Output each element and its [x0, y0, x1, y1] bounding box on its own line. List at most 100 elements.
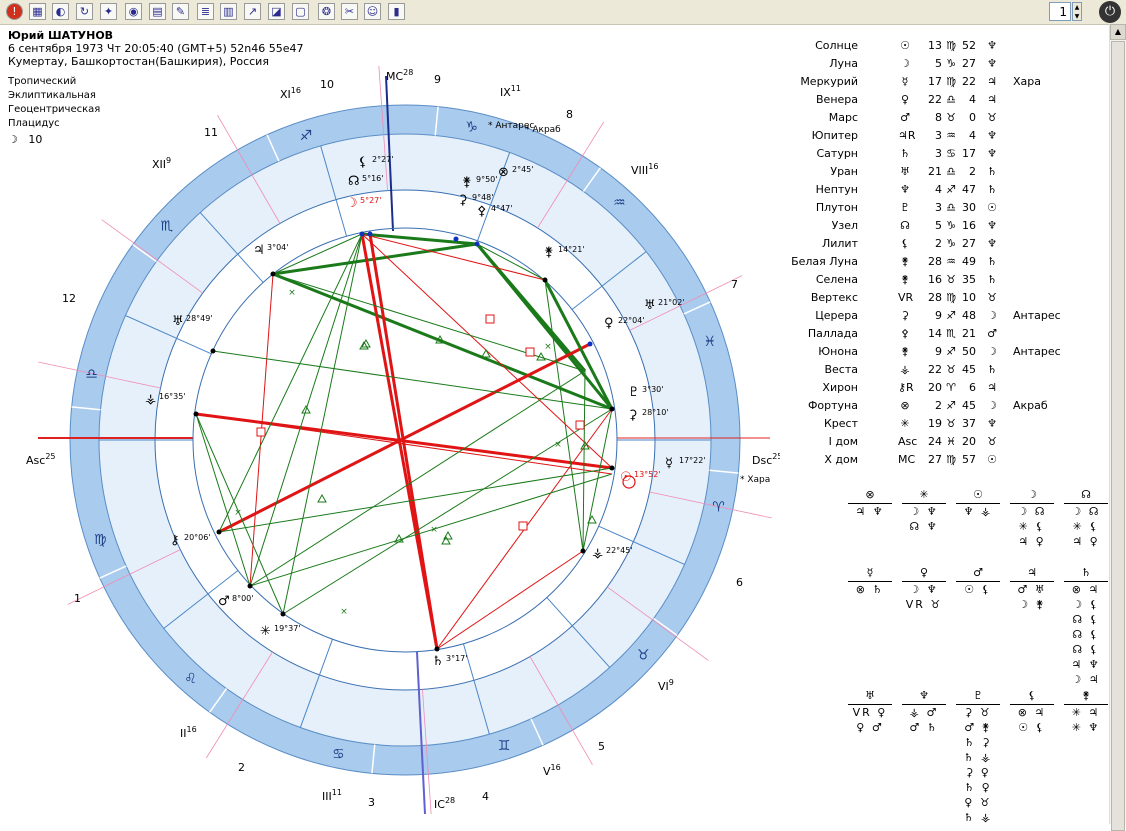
- zodiac-sign-icon: ♍: [946, 75, 956, 88]
- planet-name: X дом: [824, 453, 858, 466]
- refresh-icon[interactable]: ↻: [76, 3, 93, 20]
- zodiac-sign-icon: ♎: [946, 93, 956, 106]
- dispositor-line: ⚳ ♉: [964, 706, 992, 719]
- planet-glyph-icon: ✳: [260, 624, 271, 639]
- planet-minutes: 45: [962, 399, 976, 412]
- zodiac-sign-icon: ♍: [946, 453, 956, 466]
- zodiac-sign-icon: ♏: [946, 327, 956, 340]
- dispositor-head: ☽: [1010, 487, 1054, 504]
- list-icon[interactable]: ≣: [197, 3, 214, 20]
- dispositor-line: ⚶ ♂: [909, 706, 939, 719]
- house-cusp-label: III11: [322, 788, 342, 803]
- planet-minutes: 21: [962, 327, 976, 340]
- planet-degree: 14°21': [558, 245, 585, 254]
- planet-table-row: Селена ⚵ 16 ♉ 35 ♄: [790, 273, 1100, 291]
- dispositor-line: ☽ ⚸: [1072, 598, 1100, 611]
- page-number-input[interactable]: 1: [1049, 2, 1071, 21]
- page-spinner-arrows[interactable]: ▲ ▼: [1072, 2, 1082, 21]
- sextile-marker: ×: [288, 288, 296, 298]
- ruler-symbol-icon: ☉: [987, 201, 997, 214]
- ruler-symbol-icon: ♃: [987, 93, 997, 106]
- dispositor-tree: ☿ ⊗ ♄: [848, 565, 892, 597]
- planet-table-row: Меркурий ☿ 17 ♍ 22 ♃ Хара: [790, 75, 1100, 93]
- power-icon[interactable]: ⏻: [1099, 1, 1121, 23]
- dispositor-line: ✳ ⚸: [1072, 520, 1100, 533]
- dispositor-line: ♄ ⚶: [963, 751, 993, 764]
- house-number: 3: [368, 796, 375, 809]
- planet-table-row: Белая Луна ⚵ 28 ♒ 49 ♄: [790, 255, 1100, 273]
- bars-icon[interactable]: ▮: [388, 3, 405, 20]
- planet-minutes: 2: [969, 165, 976, 178]
- scroll-up-button[interactable]: ▲: [1110, 24, 1126, 40]
- zodiac-sign-icon: ♎: [946, 201, 956, 214]
- scroll-thumb[interactable]: [1111, 41, 1125, 831]
- planet-degree: 21°02': [658, 298, 685, 307]
- zodiac-sign-icon: ♒: [946, 129, 956, 142]
- tools-icon[interactable]: ✂: [341, 3, 358, 20]
- house-number: 8: [566, 108, 573, 121]
- pen-icon[interactable]: ✎: [172, 3, 189, 20]
- planet-degree: 3°04': [267, 243, 288, 252]
- house-number: 9: [434, 73, 441, 86]
- planet-minutes: 6: [969, 381, 976, 394]
- planet-name: Венера: [816, 93, 858, 106]
- dispositor-line: ☽ ♆: [909, 505, 939, 518]
- person-icon[interactable]: ☺: [364, 3, 381, 20]
- planet-symbol-icon: ⚵: [900, 273, 910, 286]
- dispositor-tree: ♃ ♂ ♅ ☽ ⚵: [1010, 565, 1054, 612]
- ruler-symbol-icon: ♆: [987, 57, 997, 70]
- graph-icon[interactable]: ◪: [268, 3, 285, 20]
- transit-icon[interactable]: ↗: [244, 3, 261, 20]
- zodiac-sign-glyph: ♍: [94, 532, 107, 548]
- planet-degree: 27: [928, 453, 942, 466]
- dispositor-line: ☉ ⚸: [1018, 721, 1046, 734]
- ruler-symbol-icon: ♂: [987, 327, 997, 340]
- planet-degree: 5°27': [360, 196, 381, 205]
- orbit-icon[interactable]: ◉: [125, 3, 142, 20]
- calendar-icon[interactable]: ▤: [149, 3, 166, 20]
- planet-degree: 2: [935, 399, 942, 412]
- globe-icon[interactable]: ◐: [52, 3, 69, 20]
- planet-degree: 2°45': [512, 165, 533, 174]
- planet-degree: 3°30': [642, 385, 663, 394]
- planet-glyph-icon: ⚵: [544, 245, 554, 260]
- planet-minutes: 22: [962, 75, 976, 88]
- zodiac-sign-icon: ♍: [946, 291, 956, 304]
- zodiac-sign-glyph: ♉: [637, 647, 650, 663]
- planet-name: Селена: [815, 273, 858, 286]
- planet-minutes: 50: [962, 345, 976, 358]
- wheel-icon[interactable]: ❂: [318, 3, 335, 20]
- dispositor-tree: ♂ ☉ ⚸: [956, 565, 1000, 597]
- zodiac-sign-icon: ♉: [946, 273, 956, 286]
- star-map-icon[interactable]: ✦: [100, 3, 117, 20]
- house-number: 4: [482, 790, 489, 803]
- zodiac-sign-glyph: ♏: [161, 219, 174, 235]
- planet-minutes: 45: [962, 363, 976, 376]
- zodiac-sign-icon: ♑: [946, 57, 956, 70]
- planet-degree: 9°48': [472, 193, 493, 202]
- house-cusp-label: VI9: [658, 678, 674, 693]
- planet-glyph-icon: ♅: [644, 298, 656, 313]
- zodiac-sign-icon: ♋: [946, 147, 956, 160]
- planet-name: I дом: [828, 435, 858, 448]
- asc-label: Asc25: [26, 452, 56, 467]
- page-icon[interactable]: ▢: [292, 3, 309, 20]
- planet-name: Белая Луна: [791, 255, 858, 268]
- planet-glyph-icon: ♀: [604, 316, 614, 331]
- planet-table-row: Паллада ⚴ 14 ♏ 21 ♂: [790, 327, 1100, 345]
- planet-degree: 19: [928, 417, 942, 430]
- planet-degree: 5: [935, 57, 942, 70]
- planet-degree: 17°22': [679, 456, 706, 465]
- dispositor-tree: ♀ ☽ ♆ VR ♉: [902, 565, 946, 612]
- dispositor-head: ♀: [902, 565, 946, 582]
- chart-icon[interactable]: ▥: [220, 3, 237, 20]
- vertical-scrollbar[interactable]: ▲: [1109, 24, 1126, 831]
- planet-table-row: Сатурн ♄ 3 ♋ 17 ♆: [790, 147, 1100, 165]
- dispositor-tree: ✳ ☽ ♆ ☊ ♆: [902, 487, 946, 534]
- exclamation-icon[interactable]: !: [6, 3, 23, 20]
- ruler-symbol-icon: ♄: [987, 363, 997, 376]
- planet-table-row: Венера ♀ 22 ♎ 4 ♃: [790, 93, 1100, 111]
- planet-symbol-icon: ♆: [900, 183, 910, 196]
- zodiac-sign-icon: ♐: [946, 309, 956, 322]
- grid-icon[interactable]: ▦: [29, 3, 46, 20]
